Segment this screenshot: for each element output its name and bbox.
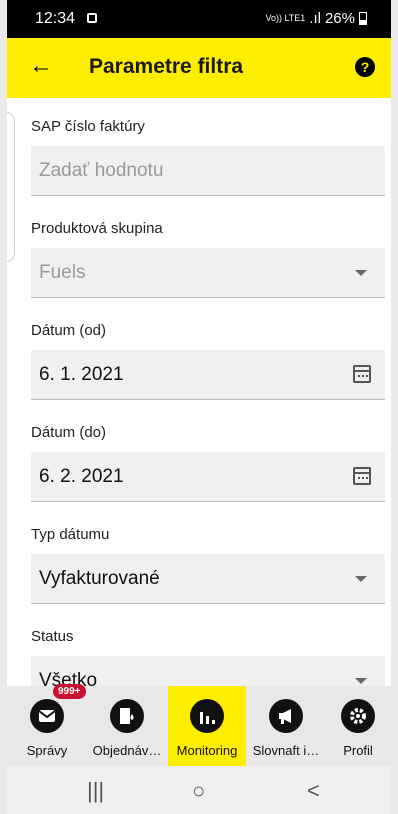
product-group-value: Fuels (39, 262, 86, 283)
date-from-value: 6. 1. 2021 (39, 364, 124, 385)
app-screen: 12:34 Vo)) LTE1 .ıl 26% ← Parametre filt… (7, 0, 391, 814)
arrow-left-icon: ← (29, 52, 53, 79)
page-title: Parametre filtra (89, 55, 244, 78)
bar-chart-icon (190, 699, 224, 733)
chevron-down-icon (355, 576, 367, 582)
nav-label: Monitoring (176, 743, 238, 758)
side-drawer-edge (7, 112, 15, 262)
recent-apps-button[interactable]: ||| (87, 778, 104, 804)
help-button[interactable]: ? (355, 57, 375, 77)
status-label: Status (31, 628, 74, 645)
back-nav-button[interactable]: < (307, 778, 320, 804)
sap-label: SAP číslo faktúry (31, 118, 145, 135)
signal-icon: .ıl (309, 10, 321, 27)
nav-item-monitoring[interactable]: Monitoring (168, 686, 246, 766)
notification-icon (87, 13, 97, 23)
sap-placeholder: Zadať hodnotu (39, 160, 164, 181)
question-icon: ? (360, 59, 370, 75)
chevron-down-icon (355, 270, 367, 276)
nav-label: Objednáv… (92, 743, 162, 758)
bottom-nav: 999+ Správy Objednáv… Monitoring Slovnaf… (7, 684, 391, 766)
nav-label: Slovnaft i… (252, 743, 320, 758)
date-to-field[interactable]: 6. 2. 2021 (31, 452, 385, 502)
date-type-label: Typ dátumu (31, 526, 110, 543)
date-to-label: Dátum (do) (31, 424, 107, 441)
date-to-value: 6. 2. 2021 (39, 466, 124, 487)
notification-badge: 999+ (53, 684, 86, 699)
megaphone-icon (269, 699, 303, 733)
status-right: Vo)) LTE1 .ıl 26% (265, 10, 367, 27)
filter-form: SAP číslo faktúry Zadať hodnotu Produkto… (31, 98, 385, 706)
date-from-label: Dátum (od) (31, 322, 107, 339)
product-group-select[interactable]: Fuels (31, 248, 385, 298)
chevron-down-icon (355, 678, 367, 684)
battery-icon (359, 12, 367, 25)
app-bar: ← Parametre filtra ? (7, 38, 391, 98)
system-nav-bar: ||| ○ < (7, 766, 391, 814)
sap-input[interactable]: Zadať hodnotu (31, 146, 385, 196)
date-type-value: Vyfakturované (39, 568, 160, 589)
date-from-field[interactable]: 6. 1. 2021 (31, 350, 385, 400)
nav-item-profil[interactable]: Profil (325, 686, 391, 766)
nav-item-objednavky[interactable]: Objednáv… (85, 686, 169, 766)
nav-item-spravy[interactable]: 999+ Správy (9, 684, 86, 766)
product-group-label: Produktová skupina (31, 220, 163, 237)
status-bar: 12:34 Vo)) LTE1 .ıl 26% (7, 0, 391, 38)
home-button[interactable]: ○ (192, 778, 205, 804)
battery-label: 26% (324, 10, 355, 27)
calendar-icon[interactable] (353, 467, 371, 485)
mail-icon (30, 699, 64, 733)
status-time: 12:34 (35, 10, 76, 27)
gear-icon (341, 699, 375, 733)
nav-label: Správy (26, 743, 68, 758)
nav-item-slovnaft[interactable]: Slovnaft i… (246, 686, 326, 766)
calendar-icon[interactable] (353, 365, 371, 383)
date-type-select[interactable]: Vyfakturované (31, 554, 385, 604)
fuel-drop-icon (110, 699, 144, 733)
nav-label: Profil (343, 743, 373, 758)
back-button[interactable]: ← (27, 52, 55, 80)
network-label: Vo)) LTE1 (265, 13, 306, 23)
